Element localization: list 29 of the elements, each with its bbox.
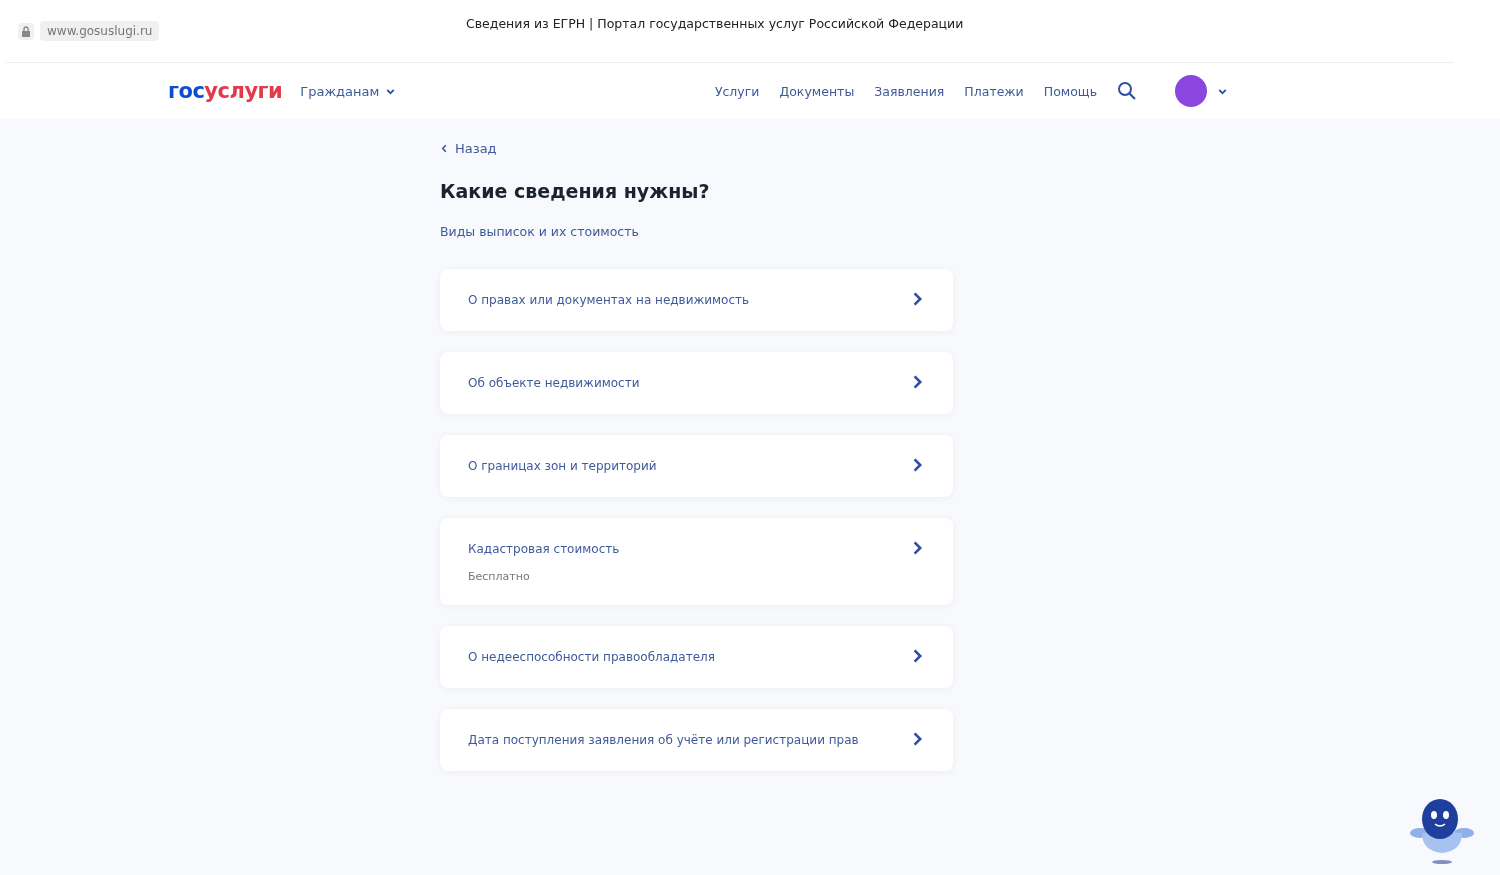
option-card[interactable]: Кадастровая стоимость Бесплатно xyxy=(440,518,953,605)
option-label: О недееспособности правообладателя xyxy=(468,649,715,666)
option-label: О границах зон и территорий xyxy=(468,458,657,475)
address-bar[interactable]: www.gosuslugi.ru xyxy=(40,21,160,41)
nav-link[interactable]: Услуги xyxy=(714,83,760,99)
info-link[interactable]: Виды выписок и их стоимость xyxy=(440,224,1500,239)
nav-link[interactable]: Платежи xyxy=(964,83,1024,99)
chevron-left-icon xyxy=(440,144,449,153)
nav-link[interactable]: Заявления xyxy=(874,83,945,99)
option-label: Об объекте недвижимости xyxy=(468,375,640,392)
nav-link[interactable]: Помощь xyxy=(1043,83,1097,99)
option-card[interactable]: О недееспособности правообладателя xyxy=(440,626,953,688)
option-label: Кадастровая стоимость xyxy=(468,541,620,558)
avatar[interactable] xyxy=(1175,75,1207,107)
lock-icon xyxy=(18,22,34,40)
option-label: Дата поступления заявления об учёте или регистрации прав xyxy=(468,732,859,749)
audience-dropdown[interactable]: Гражданам xyxy=(300,83,397,99)
option-card[interactable]: О границах зон и территорий xyxy=(440,435,953,497)
site-logo[interactable]: госуслуги xyxy=(168,79,283,103)
page-heading: Какие сведения нужны? xyxy=(440,180,711,202)
option-label: О правах или документах на недвижимость xyxy=(468,292,750,309)
option-card[interactable]: О правах или документах на недвижимость xyxy=(440,269,953,331)
back-link[interactable]: Назад xyxy=(440,141,1500,156)
option-card[interactable]: Об объекте недвижимости xyxy=(440,352,953,414)
search-icon[interactable] xyxy=(1117,81,1137,101)
page-title: Сведения из ЕГРН | Портал государственных услуг Российской Федерации xyxy=(466,16,964,31)
option-card[interactable]: Дата поступления заявления об учёте или регистрации прав xyxy=(440,709,953,771)
option-note: Бесплатно xyxy=(468,570,531,583)
nav-link[interactable]: Документы xyxy=(779,83,855,99)
